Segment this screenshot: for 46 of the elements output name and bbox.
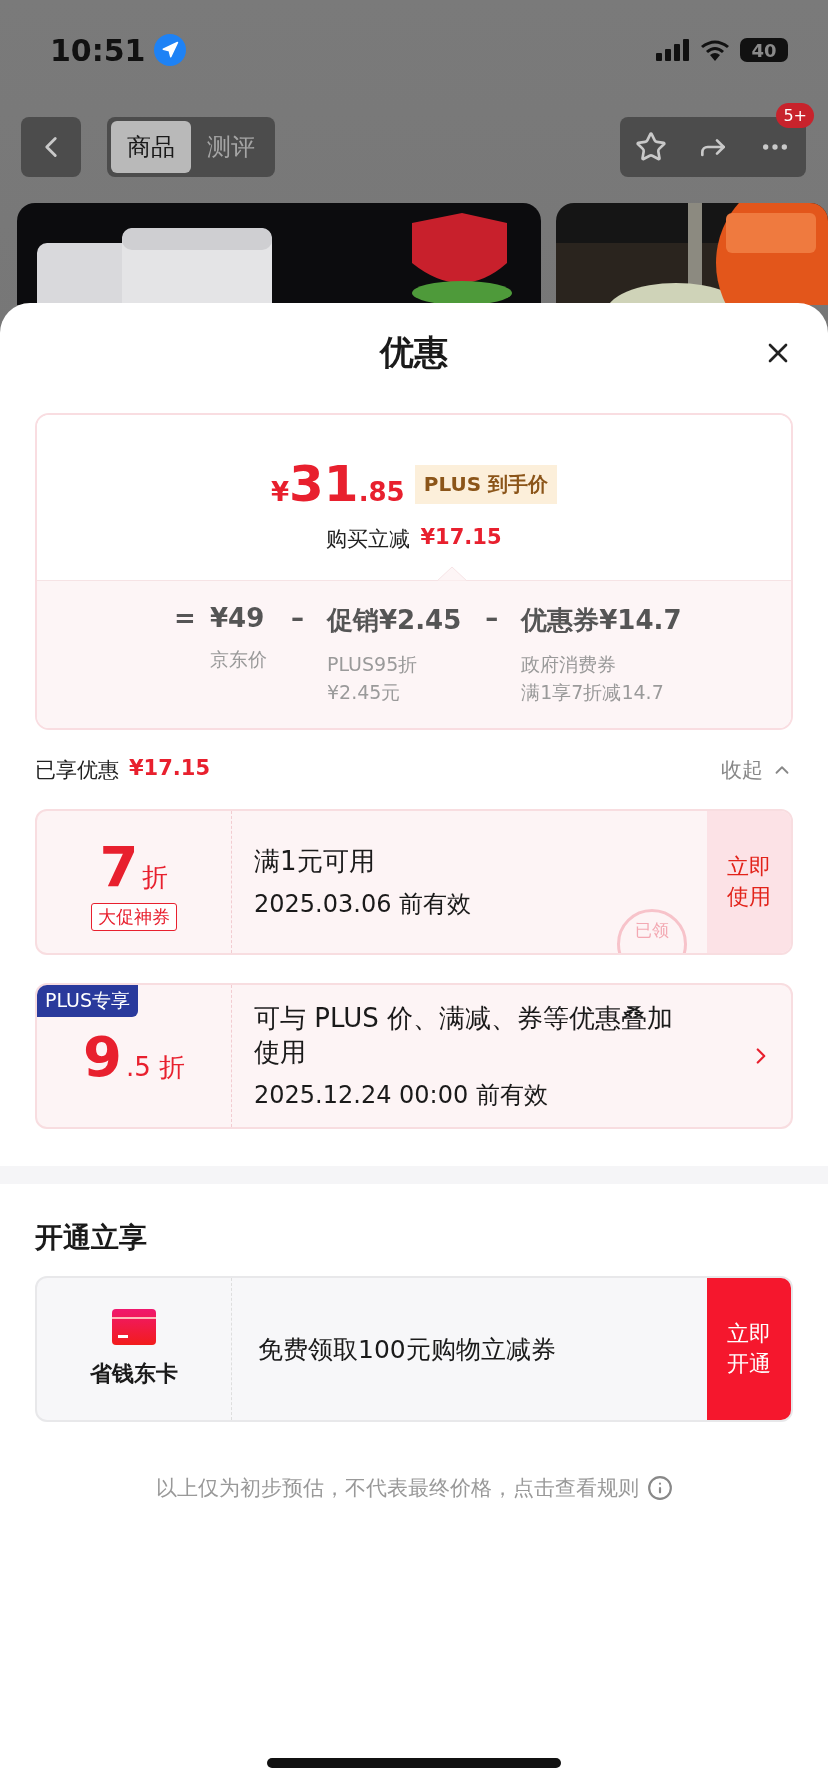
coupon-condition: 可与 PLUS 价、满减、券等优惠叠加使用 <box>254 1002 674 1069</box>
coupon-validity: 2025.03.06 前有效 <box>254 889 473 920</box>
collapse-toggle[interactable]: 收起 <box>721 755 793 784</box>
info-icon[interactable] <box>646 1475 673 1501</box>
activate-button[interactable]: 立即开通 <box>707 1278 791 1420</box>
operator-sign: = <box>174 603 194 635</box>
operator-sign: – <box>291 603 305 635</box>
coupon-tag: 大促神券 <box>91 902 177 931</box>
amount-note: PLUS95折 <box>327 652 419 677</box>
reduction-value: ¥17.15 <box>420 525 502 551</box>
claimed-stamp: 已领 <box>617 909 687 953</box>
plus-ribbon: PLUS专享 <box>37 985 139 1017</box>
enjoyed-value: ¥17.15 <box>129 755 211 782</box>
wifi-icon <box>700 39 730 61</box>
coupon-condition: 满1元可用 <box>254 845 376 878</box>
price-tag: PLUS 到手价 <box>414 464 557 504</box>
card-icon <box>112 1309 156 1345</box>
use-button[interactable]: 立即使用 <box>707 811 791 953</box>
coupon-validity: 2025.12.24 00:00 前有效 <box>254 1080 549 1111</box>
discount-value: 7 折 <box>99 833 169 899</box>
section-title: 开通立享 <box>35 1220 148 1256</box>
amount-note: 满1享7折减14.7 <box>521 680 665 705</box>
discount-value: 9.5 折 <box>82 1023 185 1089</box>
enjoyed-label: 已享优惠 <box>35 756 119 784</box>
amount-note: ¥2.45元 <box>327 680 402 705</box>
amount-note: 京东价 <box>210 647 267 672</box>
battery-level: 40 <box>740 38 788 62</box>
final-price: ¥31.85 <box>270 455 405 513</box>
amount: ¥49 <box>210 603 266 633</box>
status-time: 10:51 <box>50 32 146 68</box>
coupon-card[interactable]: 9.5 折 可与 PLUS 价、满减、券等优惠叠加使用 2025.12.24 00:00 前有效 PLUS专享 <box>35 983 793 1129</box>
operator-sign: – <box>485 603 500 635</box>
membership-description: 免费领取100元购物立减券 <box>257 1333 557 1366</box>
reduction-label: 购买立减 <box>326 526 411 553</box>
notification-badge: 5+ <box>776 103 814 128</box>
card-name: 省钱东卡 <box>90 1360 178 1388</box>
tab[interactable]: 测评 <box>191 121 271 173</box>
location-icon <box>153 34 186 66</box>
sheet-title: 优惠 <box>380 331 448 374</box>
tab[interactable]: 商品 <box>111 121 191 173</box>
amount: 促销¥2.45 <box>327 604 462 637</box>
amount-note: 政府消费券 <box>521 652 618 677</box>
signal-icon <box>656 39 690 61</box>
back-button[interactable] <box>21 117 81 177</box>
amount: 优惠券¥14.7 <box>521 604 682 637</box>
disclaimer-text[interactable]: 以上仅为初步预估，不代表最终价格，点击查看规则 <box>155 1474 639 1502</box>
